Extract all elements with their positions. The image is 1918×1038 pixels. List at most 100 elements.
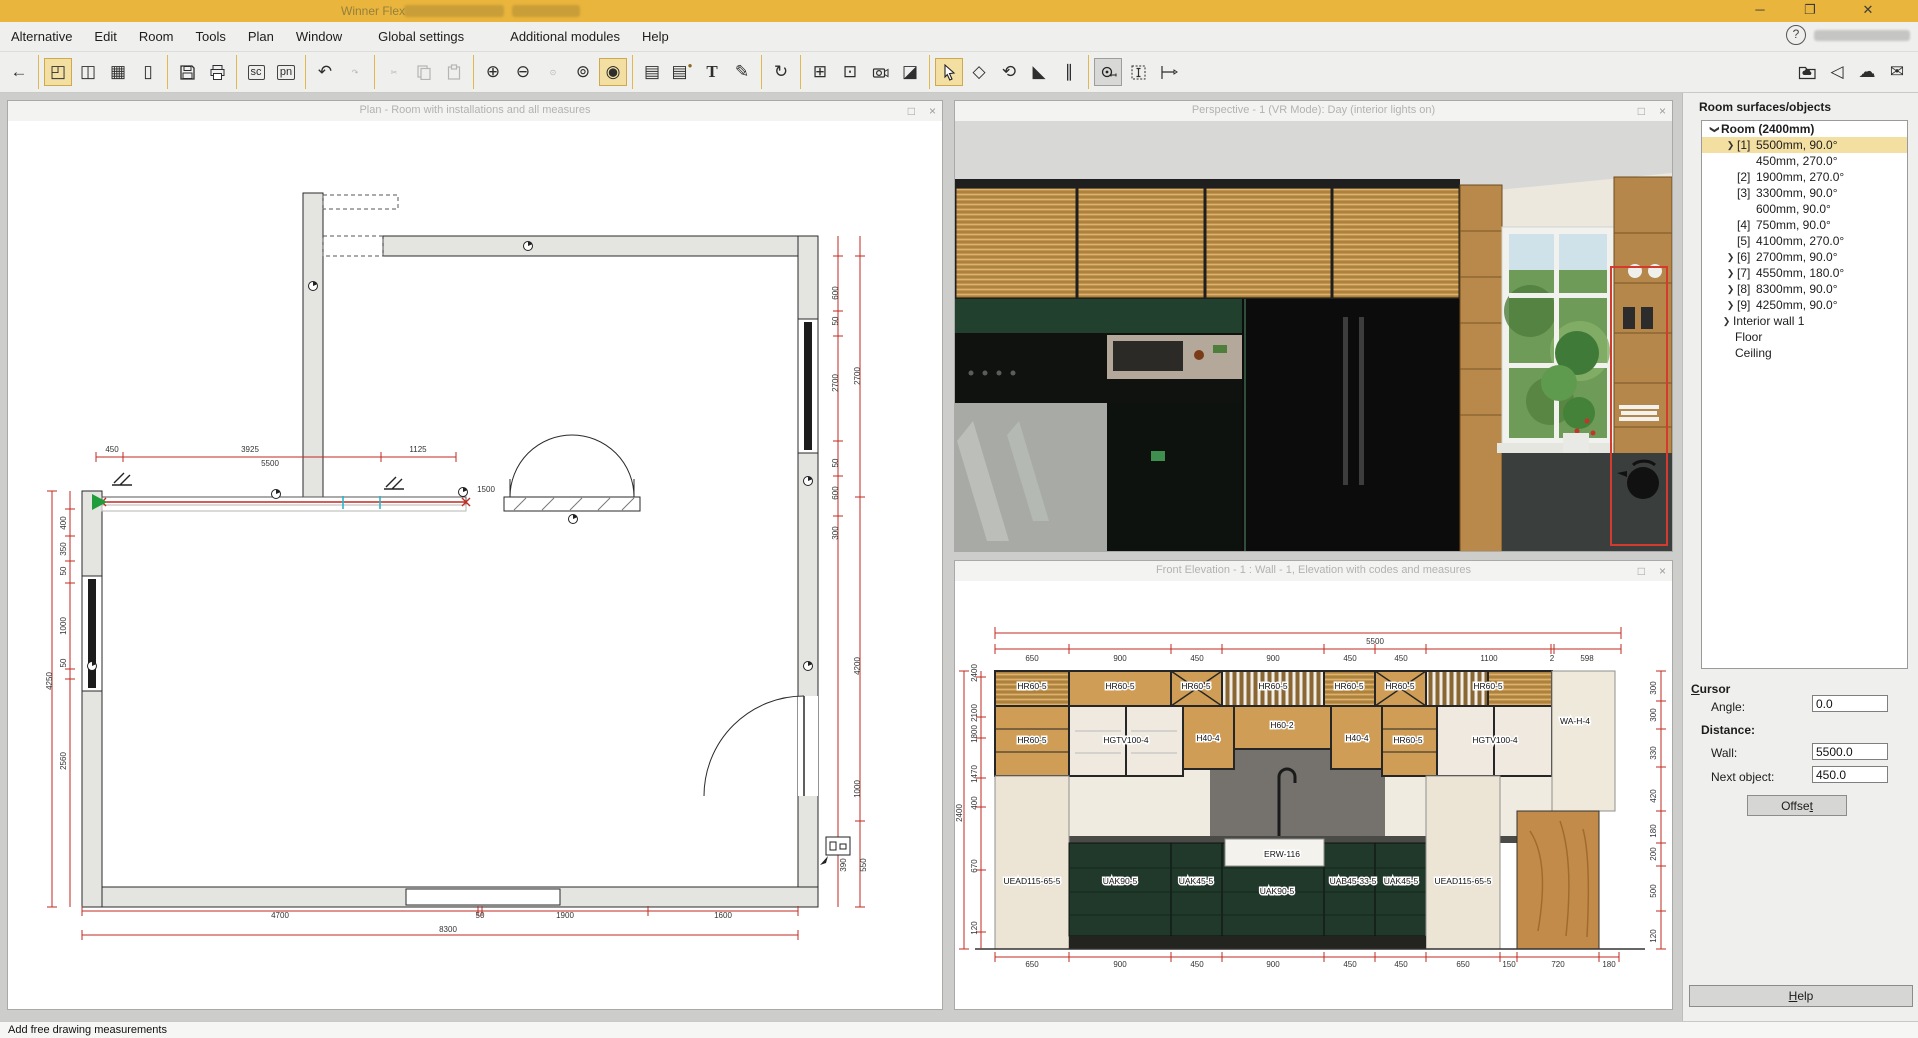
tree-item-ceiling[interactable]: Ceiling [1702, 345, 1907, 361]
article-list-view-icon[interactable]: ▯ [134, 58, 162, 86]
room-objects-tree[interactable]: ❯ Room (2400mm) ❯ [1]5500mm, 90.0° 450mm… [1701, 120, 1908, 669]
mail-icon[interactable]: ✉ [1883, 58, 1911, 86]
dim-vertical-icon[interactable] [1124, 58, 1152, 86]
dim-label: 400 [59, 516, 68, 530]
cabinet-label: HR60-5 [1181, 681, 1211, 691]
cabinet-view-icon[interactable]: ▦ [104, 58, 132, 86]
toolbar-separator [800, 55, 801, 89]
panel-close-icon[interactable]: × [1659, 564, 1666, 578]
cloud-folder-icon[interactable] [1793, 58, 1821, 86]
tree-item-wall-8[interactable]: ❯ [8]8300mm, 90.0° [1702, 281, 1907, 297]
menu-help[interactable]: Help [631, 22, 680, 51]
save-icon[interactable] [173, 58, 201, 86]
tree-item-wall-6[interactable]: ❯ [6]2700mm, 90.0° [1702, 249, 1907, 265]
menu-window[interactable]: Window [285, 22, 353, 51]
socket-icon[interactable]: ⊡ [836, 58, 864, 86]
memo-icon[interactable]: ▤ [638, 58, 666, 86]
rotate-icon[interactable]: ↻ [767, 58, 795, 86]
dim-horizontal-icon[interactable] [1154, 58, 1182, 86]
chevron-right-icon[interactable]: ❯ [1724, 268, 1737, 279]
send-feedback-icon[interactable]: ◁ [1823, 58, 1851, 86]
cloud-icon[interactable]: ☁ [1853, 58, 1881, 86]
menu-tools[interactable]: Tools [185, 22, 237, 51]
tree-item-wall-600[interactable]: 600mm, 90.0° [1702, 201, 1907, 217]
chevron-right-icon[interactable]: ❯ [1724, 300, 1737, 311]
undo-icon[interactable]: ↶ [311, 58, 339, 86]
zoom-all-icon[interactable]: ⊚ [569, 58, 597, 86]
menu-global-settings[interactable]: Global settings [367, 22, 475, 51]
menu-alternative[interactable]: Alternative [0, 22, 83, 51]
close-button[interactable]: ✕ [1848, 0, 1888, 22]
tree-item-wall-4[interactable]: [4]750mm, 90.0° [1702, 217, 1907, 233]
push-3d-icon[interactable]: ◣ [1025, 58, 1053, 86]
tree-item-wall-1[interactable]: ❯ [1]5500mm, 90.0° [1702, 137, 1907, 153]
chevron-right-icon[interactable]: ❯ [1724, 284, 1737, 295]
dim-label: 600 [831, 286, 840, 300]
dim-label: 650 [1025, 654, 1039, 663]
panel-maximize-icon[interactable]: □ [1638, 564, 1645, 578]
parallel-walls-icon[interactable]: ∥ [1055, 58, 1083, 86]
elevation-view-icon[interactable]: ◫ [74, 58, 102, 86]
help-button[interactable]: Help [1689, 985, 1913, 1007]
style-pencil-icon[interactable]: ✎ [728, 58, 756, 86]
menu-plan[interactable]: Plan [237, 22, 285, 51]
chevron-right-icon[interactable]: ❯ [1724, 140, 1737, 151]
floor-plan-view-icon[interactable]: ◰ [44, 58, 72, 86]
tree-item-wall-450[interactable]: 450mm, 270.0° [1702, 153, 1907, 169]
perspective-panel: Perspective - 1 (VR Mode): Day (interior… [954, 100, 1673, 552]
memo-edit-icon[interactable]: ▤● [668, 58, 696, 86]
zoom-in-icon[interactable]: ⊕ [479, 58, 507, 86]
chevron-right-icon[interactable]: ❯ [1724, 252, 1737, 263]
tree-item-wall-3[interactable]: [3]3300mm, 90.0° [1702, 185, 1907, 201]
panel-maximize-icon[interactable]: □ [1638, 104, 1645, 118]
tree-item-wall-2[interactable]: [2]1900mm, 270.0° [1702, 169, 1907, 185]
panel-close-icon[interactable]: × [1659, 104, 1666, 118]
back-icon[interactable]: ← [5, 58, 33, 86]
print-icon[interactable] [203, 58, 231, 86]
next-object-input[interactable] [1812, 766, 1888, 783]
distance-label: Distance: [1701, 723, 1755, 737]
pointer-icon[interactable] [935, 58, 963, 86]
scale-sc-button[interactable]: sc [242, 58, 270, 86]
render-camera-icon[interactable] [866, 58, 894, 86]
chevron-right-icon[interactable]: ❯ [1720, 316, 1733, 327]
tree-item-room[interactable]: ❯ Room (2400mm) [1702, 121, 1907, 137]
wall-units-icon[interactable]: ⊞ [806, 58, 834, 86]
menu-additional-modules[interactable]: Additional modules [499, 22, 631, 51]
elevation-canvas[interactable]: 5500650900450900450450110025986509004509… [955, 581, 1672, 1009]
perspective-canvas[interactable] [955, 121, 1672, 551]
dim-label: 450 [1394, 654, 1408, 663]
plan-tape-marks [112, 473, 404, 489]
tree-item-wall-5[interactable]: [5]4100mm, 270.0° [1702, 233, 1907, 249]
dim-label: 4200 [853, 657, 862, 675]
cabinet-label: HR60-5 [1017, 735, 1047, 745]
tree-item-wall-9[interactable]: ❯ [9]4250mm, 90.0° [1702, 297, 1907, 313]
dim-label: 550 [859, 858, 868, 872]
text-icon[interactable]: T [698, 58, 726, 86]
tree-item-floor[interactable]: Floor [1702, 329, 1907, 345]
dim-label: 450 [1343, 960, 1357, 969]
panel-maximize-icon[interactable]: □ [908, 104, 915, 118]
dim-label: 4250 [45, 672, 54, 690]
panel-close-icon[interactable]: × [929, 104, 936, 118]
zoom-window-icon[interactable]: ◉ [599, 58, 627, 86]
minimize-button[interactable]: ─ [1740, 0, 1780, 22]
rotate-3d-icon[interactable]: ⟲ [995, 58, 1023, 86]
wall-distance-input[interactable] [1812, 743, 1888, 760]
pan-pn-button[interactable]: pn [272, 58, 300, 86]
tree-item-wall-7[interactable]: ❯ [7]4550mm, 180.0° [1702, 265, 1907, 281]
zoom-out-icon[interactable]: ⊖ [509, 58, 537, 86]
menu-room[interactable]: Room [128, 22, 185, 51]
maximize-button[interactable]: ❐ [1790, 0, 1830, 22]
tree-item-interior-wall-1[interactable]: ❯ Interior wall 1 [1702, 313, 1907, 329]
help-circle-icon[interactable]: ? [1786, 25, 1806, 45]
dim-label: 900 [1266, 960, 1280, 969]
angle-input[interactable] [1812, 695, 1888, 712]
tape-measure-icon[interactable] [1094, 58, 1122, 86]
menu-edit[interactable]: Edit [83, 22, 127, 51]
box-3d-icon[interactable]: ◇ [965, 58, 993, 86]
offset-button[interactable]: Offset [1747, 795, 1847, 816]
mirror-icon[interactable]: ◪ [896, 58, 924, 86]
plan-canvas[interactable]: 4503925112555001500470050190016008300600… [8, 121, 942, 1009]
chevron-down-icon[interactable]: ❯ [1709, 123, 1720, 136]
